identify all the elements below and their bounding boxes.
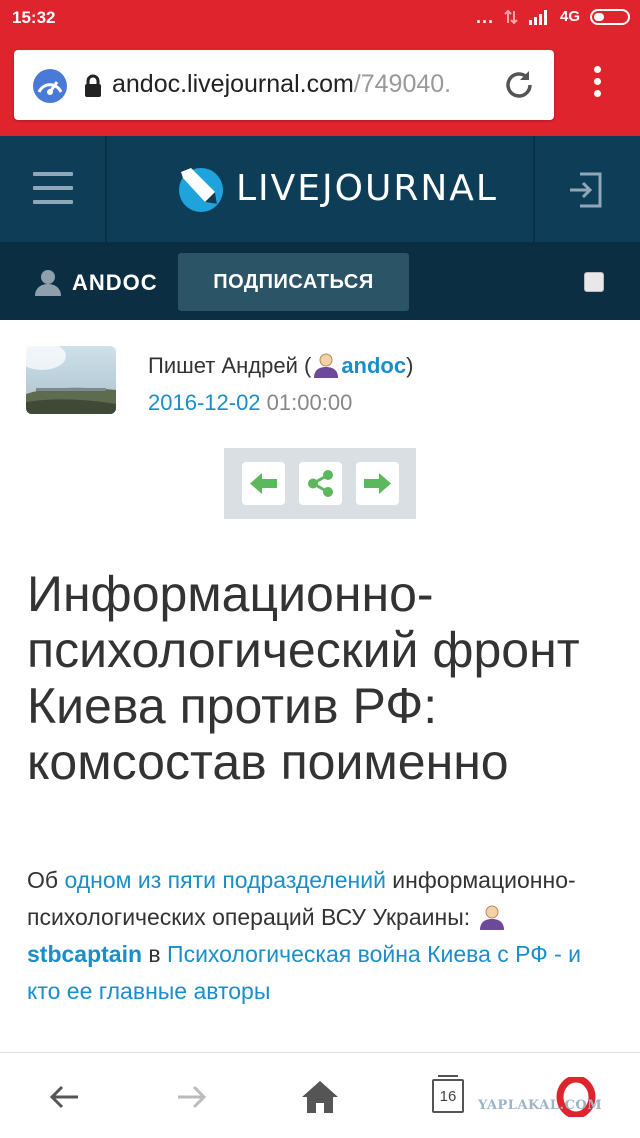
author-userpic[interactable]	[26, 346, 116, 414]
back-icon[interactable]	[44, 1077, 84, 1117]
notification-dots: ...	[475, 6, 494, 27]
lock-icon	[85, 74, 101, 97]
hamburger-menu-icon[interactable]	[33, 172, 73, 206]
forward-icon[interactable]	[172, 1077, 212, 1117]
lj-user-icon	[479, 905, 504, 930]
journal-username[interactable]: ANDOC	[72, 270, 158, 296]
lj-header: LIVEJOURNAL	[0, 136, 640, 242]
post-title: Информационно-психологический фронт Киев…	[27, 566, 580, 790]
stbcaptain-user-link[interactable]: stbcaptain	[27, 941, 142, 967]
login-icon[interactable]	[566, 170, 606, 210]
data-transfer-icon	[504, 9, 518, 24]
browser-bottom-nav: 16	[0, 1052, 640, 1138]
link-one-of-five[interactable]: одном из пяти подразделений	[64, 867, 385, 893]
arrow-right-icon	[364, 473, 391, 494]
speed-dial-icon[interactable]	[32, 68, 68, 104]
livejournal-logo-icon[interactable]	[175, 164, 225, 214]
share-icon	[308, 470, 333, 497]
author-line: Пишет Андрей (andoc)	[148, 353, 414, 378]
author-user-link[interactable]: andoc	[341, 353, 406, 378]
next-post-button[interactable]	[356, 462, 399, 505]
post-time: 01:00:00	[266, 390, 353, 415]
battery-icon	[590, 8, 630, 25]
reload-icon[interactable]	[502, 68, 536, 102]
browser-menu-icon[interactable]	[582, 66, 612, 106]
subscribe-button[interactable]: ПОДПИСАТЬСЯ	[178, 253, 409, 311]
post-date: 2016-12-02 01:00:00	[148, 390, 352, 416]
address-bar[interactable]: andoc.livejournal.com/749040.	[14, 50, 554, 120]
lj-user-icon	[314, 353, 339, 378]
livejournal-wordmark[interactable]: LIVEJOURNAL	[236, 168, 498, 209]
arrow-left-icon	[250, 473, 277, 494]
browser-toolbar: andoc.livejournal.com/749040.	[0, 36, 640, 136]
status-time: 15:32	[12, 8, 56, 27]
watermark: YAPLAKAL.COM	[478, 1098, 603, 1113]
status-bar: 15:32 ... 4G	[0, 0, 640, 36]
journal-user-bar: ANDOC ПОДПИСАТЬСЯ	[0, 242, 640, 320]
post-body: Об одном из пяти подразделений информаци…	[27, 867, 582, 1004]
home-icon[interactable]	[300, 1077, 340, 1117]
post-date-link[interactable]: 2016-12-02	[148, 390, 261, 415]
share-button[interactable]	[299, 462, 342, 505]
url-text[interactable]: andoc.livejournal.com/749040.	[112, 70, 484, 99]
checkbox[interactable]	[584, 272, 604, 292]
user-icon	[35, 270, 61, 296]
signal-icon	[528, 9, 547, 25]
network-type: 4G	[559, 8, 580, 25]
post-nav	[224, 448, 416, 519]
prev-post-button[interactable]	[242, 462, 285, 505]
tabs-button[interactable]: 16	[432, 1075, 464, 1113]
